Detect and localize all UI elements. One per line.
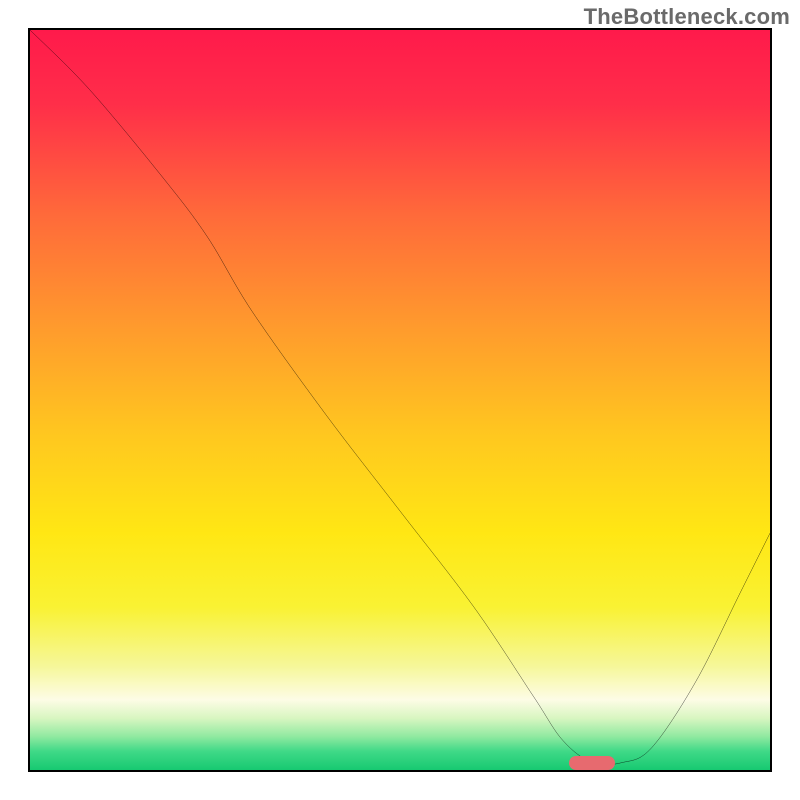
chart-plot-area [28, 28, 772, 772]
bottleneck-curve [30, 30, 770, 770]
watermark-text: TheBottleneck.com [584, 4, 790, 30]
optimal-marker [569, 756, 615, 770]
